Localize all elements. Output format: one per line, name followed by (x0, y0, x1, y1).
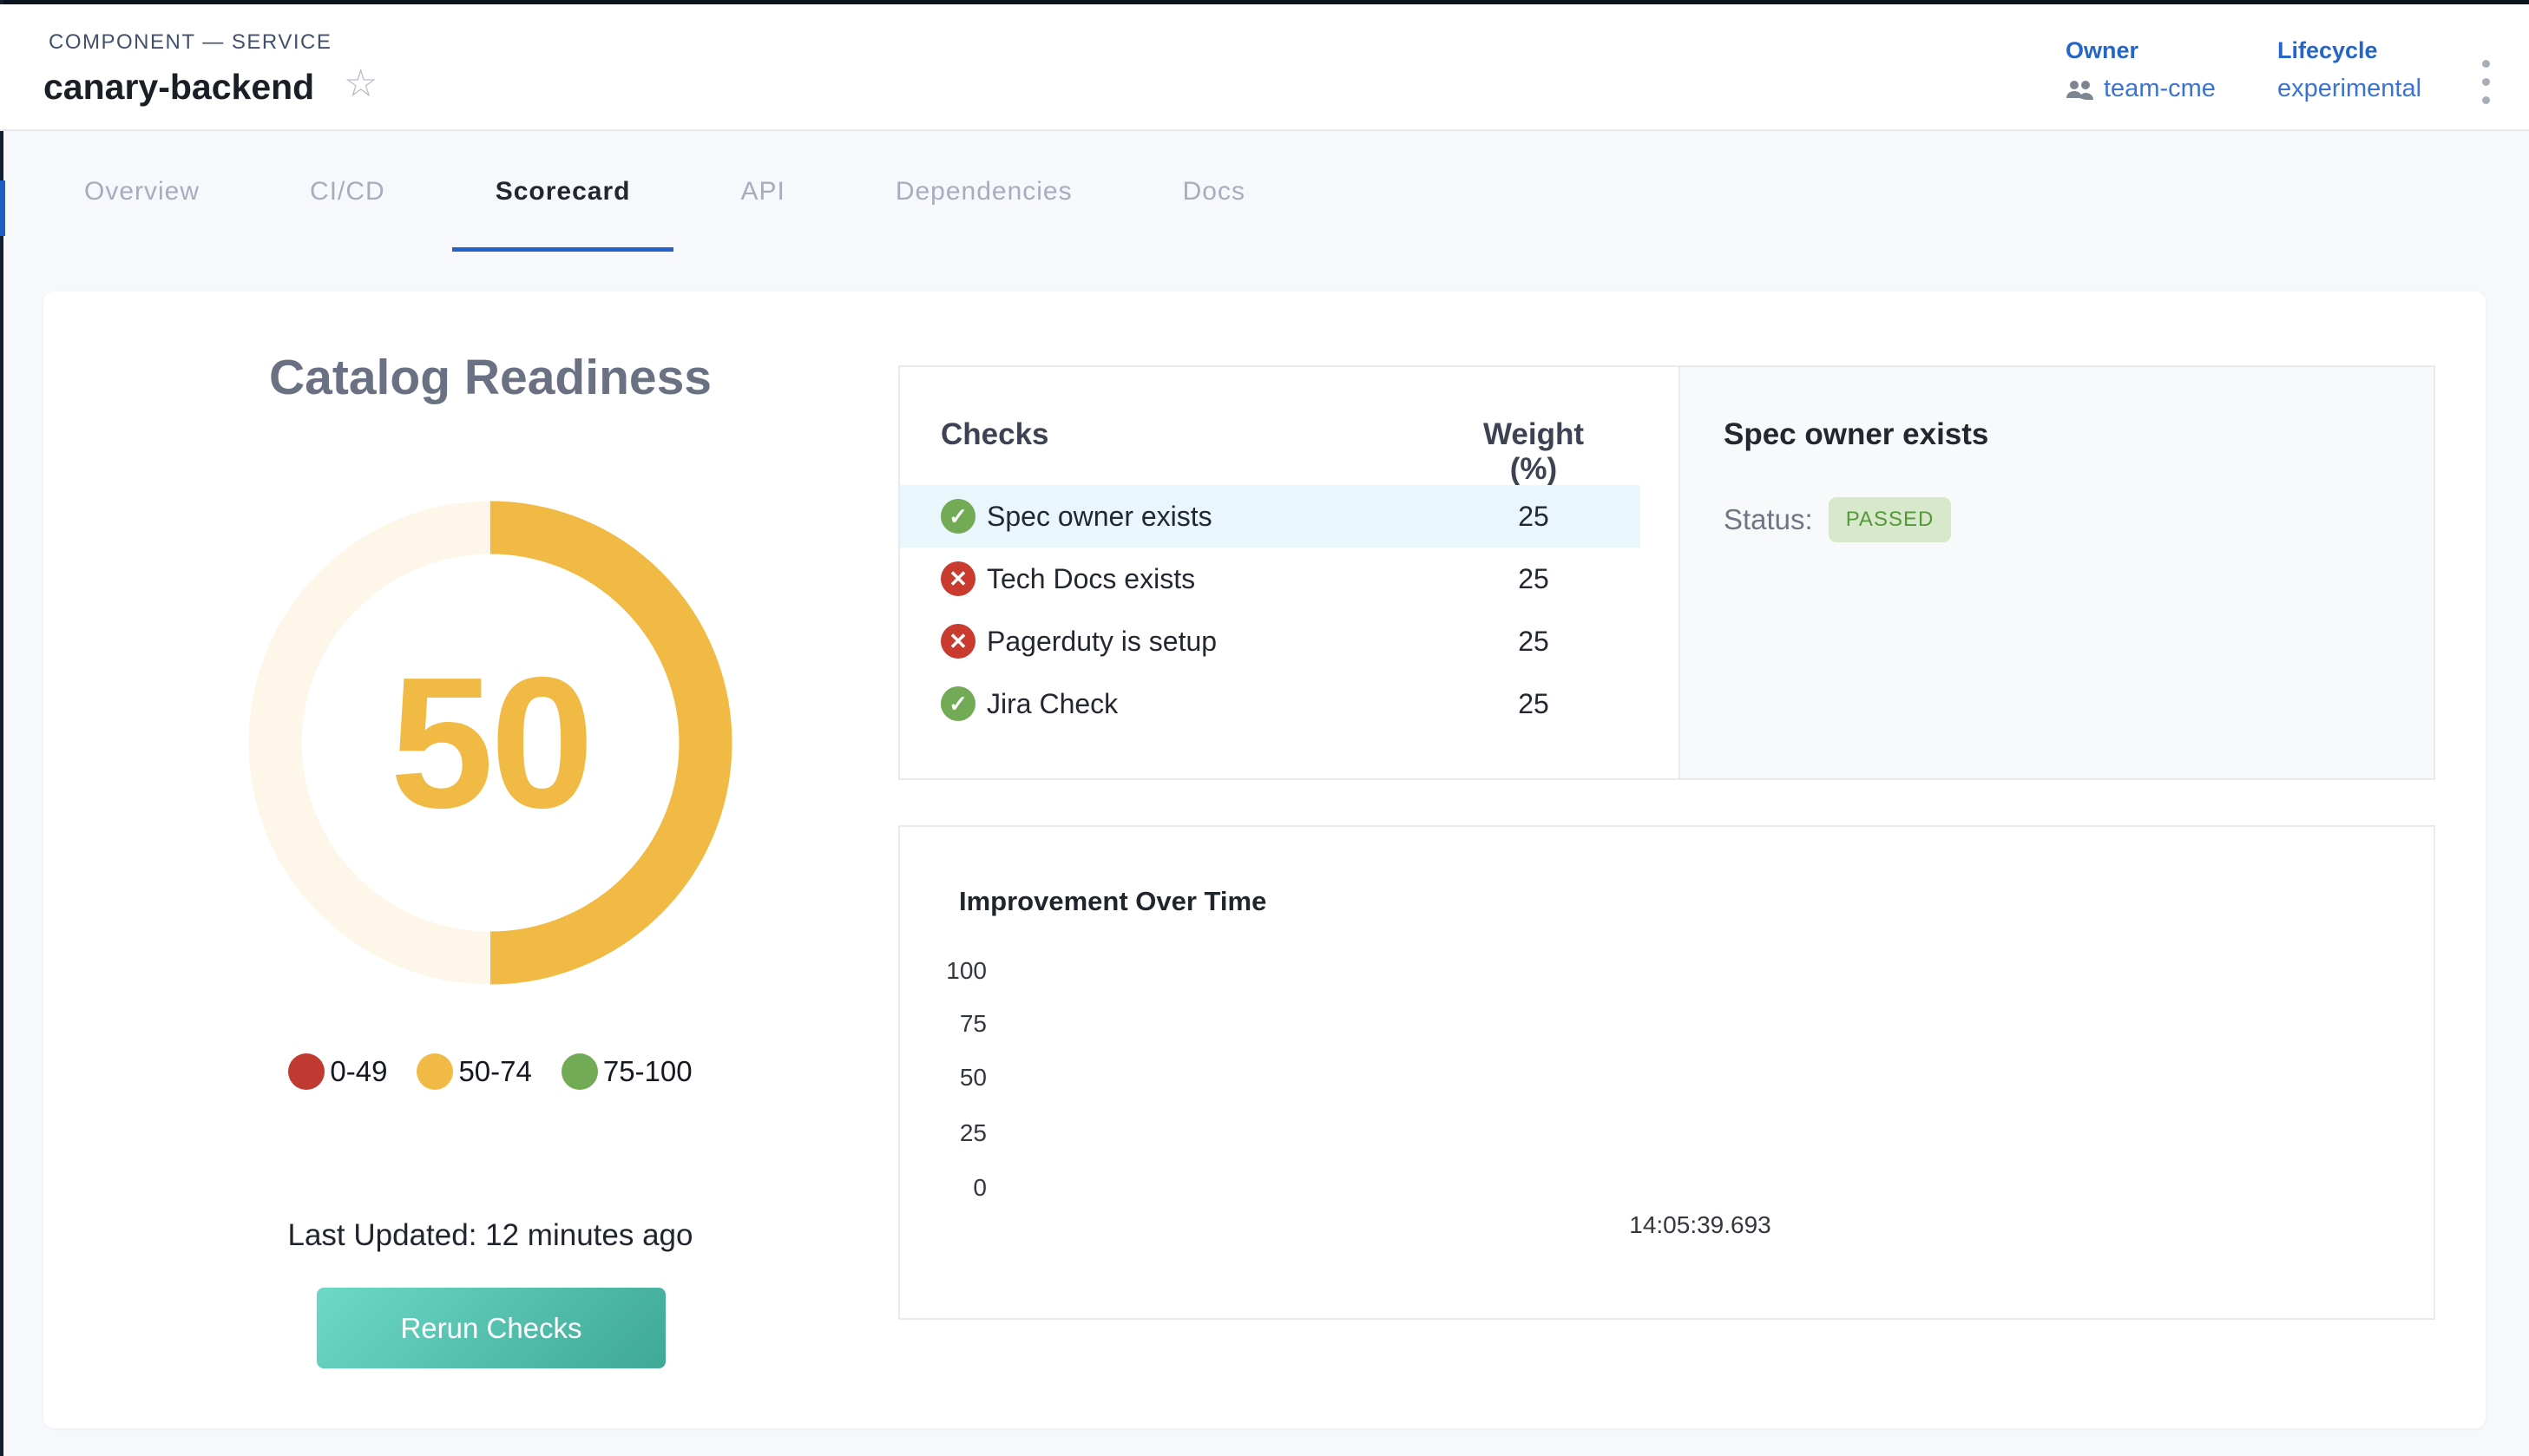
weight-column-header: Weight (%) (1455, 417, 1612, 487)
check-circle-icon: ✓ (941, 686, 975, 721)
entity-tabs: Overview CI/CD Scorecard API Dependencie… (41, 131, 1289, 252)
rerun-checks-button[interactable]: Rerun Checks (317, 1288, 666, 1368)
y-axis-tick: 25 (900, 1119, 987, 1147)
y-axis-tick: 100 (900, 957, 987, 985)
lifecycle-value[interactable]: experimental (2277, 75, 2421, 103)
x-axis-tick: 14:05:39.693 (1613, 1211, 1787, 1239)
x-circle-icon: ✕ (941, 561, 975, 596)
checks-table: Checks Weight (%) ✓ Spec owner exists 25… (900, 367, 1678, 778)
status-badge: PASSED (1829, 497, 1952, 542)
legend-item-low: 0-49 (288, 1053, 387, 1090)
improvement-chart: Improvement Over Time 100 75 50 25 0 14:… (898, 825, 2435, 1320)
score-gauge: 50 (247, 500, 733, 986)
tab-api[interactable]: API (697, 131, 828, 252)
lifecycle-label: Lifecycle (2277, 37, 2421, 64)
table-row[interactable]: ✕ Pagerduty is setup 25 (900, 610, 1640, 672)
y-axis-tick: 0 (900, 1174, 987, 1202)
legend-dot-green (562, 1053, 598, 1090)
legend-item-mid: 50-74 (417, 1053, 531, 1090)
owner-block: Owner team-cme (2066, 37, 2216, 103)
score-value: 50 (247, 500, 733, 986)
legend-item-high: 75-100 (562, 1053, 693, 1090)
table-row[interactable]: ✓ Spec owner exists 25 (900, 485, 1640, 548)
entity-header: COMPONENT — SERVICE canary-backend ☆ Own… (0, 4, 2529, 131)
catalog-readiness-section: Catalog Readiness 50 0-49 50-74 (43, 292, 937, 1428)
tab-cicd[interactable]: CI/CD (266, 131, 429, 252)
owner-label: Owner (2066, 37, 2216, 64)
tab-overview[interactable]: Overview (41, 131, 243, 252)
scorecard-card: Catalog Readiness 50 0-49 50-74 (43, 292, 2486, 1428)
y-axis-tick: 50 (900, 1064, 987, 1092)
sidebar-active-indicator (0, 180, 5, 236)
y-axis-tick: 75 (900, 1010, 987, 1038)
table-row[interactable]: ✓ Jira Check 25 (900, 672, 1640, 735)
x-circle-icon: ✕ (941, 624, 975, 659)
tab-dependencies[interactable]: Dependencies (852, 131, 1116, 252)
chart-title: Improvement Over Time (959, 886, 1266, 917)
last-updated-text: Last Updated: 12 minutes ago (43, 1218, 937, 1253)
team-icon (2066, 79, 2095, 100)
favorite-star-icon[interactable]: ☆ (344, 65, 378, 103)
checks-column-header: Checks (941, 417, 1049, 452)
legend-dot-red (288, 1053, 325, 1090)
more-options-icon[interactable] (2479, 56, 2493, 108)
check-circle-icon: ✓ (941, 499, 975, 534)
breadcrumb: COMPONENT — SERVICE (49, 30, 332, 55)
score-legend: 0-49 50-74 75-100 (43, 1053, 937, 1090)
check-detail-panel: Spec owner exists Status: PASSED (1678, 367, 2434, 778)
lifecycle-block: Lifecycle experimental (2277, 37, 2421, 103)
check-detail-title: Spec owner exists (1724, 417, 1988, 452)
tab-scorecard[interactable]: Scorecard (452, 131, 674, 252)
owner-link[interactable]: team-cme (2104, 75, 2216, 103)
scorecard-page: COMPONENT — SERVICE canary-backend ☆ Own… (0, 0, 2529, 1456)
checks-panel: Checks Weight (%) ✓ Spec owner exists 25… (898, 365, 2435, 780)
page-title: canary-backend (43, 67, 314, 108)
tab-docs[interactable]: Docs (1140, 131, 1289, 252)
table-row[interactable]: ✕ Tech Docs exists 25 (900, 548, 1640, 610)
status-label: Status: (1724, 503, 1813, 536)
legend-dot-yellow (417, 1053, 453, 1090)
gauge-title: Catalog Readiness (43, 349, 937, 406)
